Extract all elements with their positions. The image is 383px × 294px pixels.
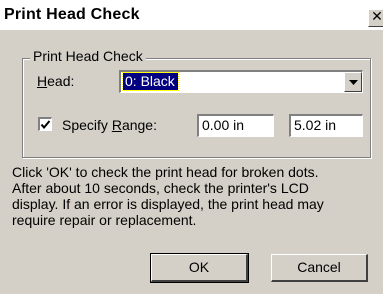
head-select[interactable]: 0: Black <box>119 70 363 93</box>
instructions-line: After about 10 seconds, check the printe… <box>12 180 309 196</box>
close-icon: ✕ <box>371 9 383 25</box>
cancel-button[interactable]: Cancel <box>271 254 368 282</box>
group-title: Print Head Check <box>30 48 146 64</box>
checkmark-icon <box>40 120 51 130</box>
range-start-input[interactable]: 0.00 in <box>197 114 274 137</box>
window-title: Print Head Check <box>4 6 140 23</box>
instructions-text: Click 'OK' to check the print head for b… <box>12 164 377 228</box>
instructions-line: require repair or replacement. <box>12 212 197 228</box>
head-select-dropdown-button[interactable] <box>344 72 362 92</box>
instructions-line: Click 'OK' to check the print head for b… <box>12 164 319 180</box>
ok-button[interactable]: OK <box>150 253 249 283</box>
close-button[interactable]: ✕ <box>368 9 383 27</box>
range-end-input[interactable]: 5.02 in <box>289 114 363 137</box>
instructions-line: display. If an error is displayed, the p… <box>12 196 324 212</box>
title-bar: Print Head Check ✕ <box>0 0 383 30</box>
head-select-value: 0: Black <box>122 72 179 91</box>
head-label: Head: <box>37 73 75 89</box>
chevron-down-icon <box>349 80 358 85</box>
specify-range-checkbox[interactable] <box>38 117 52 131</box>
specify-range-label: Specify Range: <box>62 117 157 133</box>
print-head-check-dialog: Print Head Check ✕ Print Head Check Head… <box>0 0 383 294</box>
